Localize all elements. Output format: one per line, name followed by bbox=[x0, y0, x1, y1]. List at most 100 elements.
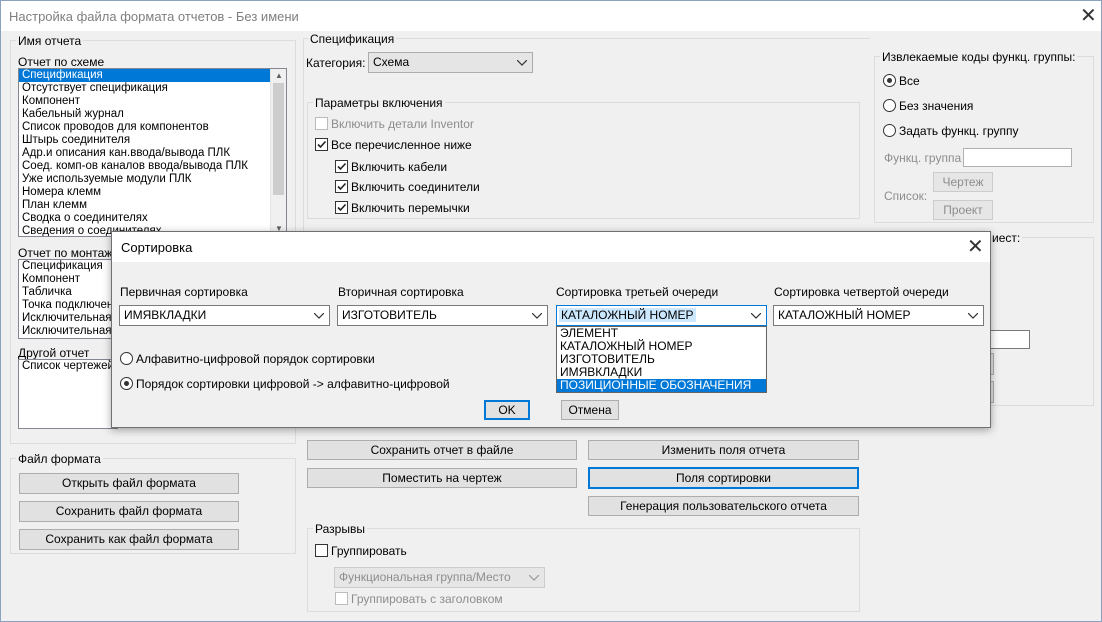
secondary-sort-combo[interactable]: ИЗГОТОВИТЕЛЬ bbox=[337, 305, 548, 326]
schematic-report-list[interactable]: Спецификация Отсутствует спецификация Комп… bbox=[18, 68, 287, 237]
group-with-header-label: Группировать с заголовком bbox=[351, 592, 503, 606]
break-group-combo-value: Функциональная группа/Место bbox=[339, 570, 511, 584]
inventor-details-checkbox[interactable] bbox=[315, 117, 328, 130]
custom-report-button[interactable]: Генерация пользовательского отчета bbox=[588, 496, 859, 516]
list-item[interactable]: Список чертежей bbox=[19, 360, 117, 373]
codes-all-radio[interactable] bbox=[883, 74, 896, 87]
list-item[interactable]: Отсутствует спецификация bbox=[19, 82, 286, 95]
put-on-drawing-button[interactable]: Поместить на чертеж bbox=[307, 468, 577, 488]
fourth-sort-combo[interactable]: КАТАЛОЖНЫЙ НОМЕР bbox=[773, 305, 984, 326]
list-item[interactable]: Уже используемые модули ПЛК bbox=[19, 173, 286, 186]
chevron-down-icon bbox=[967, 306, 979, 325]
list-item[interactable]: Список проводов для компонентов bbox=[19, 121, 286, 134]
sort-dialog-title: Сортировка bbox=[121, 240, 193, 255]
sort-dialog: Сортировка ✕ bbox=[111, 231, 991, 428]
other-report-label: Другой отчет bbox=[18, 346, 90, 360]
third-sort-label: Сортировка третьей очереди bbox=[556, 285, 719, 299]
codes-no-value-radio[interactable] bbox=[883, 99, 896, 112]
save-report-to-file-button[interactable]: Сохранить отчет в файле bbox=[307, 440, 577, 460]
open-format-file-button[interactable]: Открыть файл формата bbox=[19, 473, 239, 494]
group-checkbox-label: Группировать bbox=[331, 544, 407, 558]
list-item[interactable]: Компонент bbox=[19, 273, 117, 286]
chevron-down-icon bbox=[313, 306, 325, 325]
format-file-group-label: Файл формата bbox=[16, 452, 103, 466]
list-item[interactable]: Сводка о соединителях bbox=[19, 212, 286, 225]
sort-fields-button[interactable]: Поля сортировки bbox=[588, 467, 859, 489]
fourth-sort-value: КАТАЛОЖНЫЙ НОМЕР bbox=[778, 308, 911, 322]
dropdown-items-container: ЭЛЕМЕНТ КАТАЛОЖНЫЙ НОМЕР ИЗГОТОВИТЕЛЬ ИМЯВК… bbox=[557, 327, 766, 392]
all-listed-checkbox[interactable] bbox=[315, 138, 328, 151]
ok-button[interactable]: OK bbox=[484, 400, 530, 420]
schematic-items-container: Спецификация Отсутствует спецификация Комп… bbox=[19, 69, 286, 236]
alpha-sort-label: Алфавитно-цифровой порядок сортировки bbox=[136, 352, 375, 366]
group-checkbox[interactable] bbox=[315, 544, 328, 557]
include-cables-checkbox[interactable] bbox=[335, 160, 348, 173]
numeric-sort-radio[interactable] bbox=[120, 377, 133, 390]
include-jumpers-label: Включить перемычки bbox=[351, 201, 470, 215]
schematic-report-label: Отчет по схеме bbox=[18, 55, 105, 69]
right-group-2-label: иест: bbox=[990, 231, 1023, 245]
func-group-label: Функц. группа bbox=[884, 151, 962, 165]
third-sort-dropdown-list[interactable]: ЭЛЕМЕНТ КАТАЛОЖНЫЙ НОМЕР ИЗГОТОВИТЕЛЬ ИМЯВК… bbox=[556, 326, 767, 393]
primary-sort-combo[interactable]: ИМЯВКЛАДКИ bbox=[119, 305, 330, 326]
other-report-list[interactable]: Список чертежей bbox=[18, 359, 118, 429]
list-item[interactable]: Штырь соединителя bbox=[19, 134, 286, 147]
list-item[interactable]: Адр.и описания кан.ввода/вывода ПЛК bbox=[19, 147, 286, 160]
include-jumpers-checkbox[interactable] bbox=[335, 201, 348, 214]
third-sort-combo[interactable]: КАТАЛОЖНЫЙ НОМЕР bbox=[556, 305, 767, 326]
chevron-down-icon bbox=[528, 568, 540, 587]
list-item[interactable]: Табличка bbox=[19, 286, 117, 299]
secondary-sort-label: Вторичная сортировка bbox=[338, 285, 464, 299]
inclusion-group-label: Параметры включения bbox=[313, 96, 445, 110]
list-label: Список: bbox=[884, 189, 928, 203]
codes-set-group-label: Задать функц. группу bbox=[899, 124, 1019, 138]
scroll-up-icon[interactable]: ▲ bbox=[271, 69, 286, 83]
chevron-down-icon bbox=[531, 306, 543, 325]
window-titlebar: Настройка файла формата отчетов - Без им… bbox=[1, 1, 1101, 31]
list-item[interactable]: Спецификация bbox=[19, 69, 286, 82]
list-item[interactable]: Номера клемм bbox=[19, 186, 286, 199]
extracted-codes-group-label: Извлекаемые коды функц. группы: bbox=[880, 50, 1078, 64]
specification-group-label: Спецификация bbox=[308, 32, 397, 46]
drawing-button[interactable]: Чертеж bbox=[933, 172, 993, 192]
panel-report-list[interactable]: Спецификация Компонент Табличка Точка подкл… bbox=[18, 259, 118, 339]
save-as-format-file-button[interactable]: Сохранить как файл формата bbox=[19, 529, 239, 550]
primary-sort-label: Первичная сортировка bbox=[120, 285, 248, 299]
func-group-input[interactable] bbox=[963, 148, 1072, 167]
numeric-sort-label: Порядок сортировки цифровой -> алфавитно… bbox=[136, 377, 450, 391]
other-items-container: Список чертежей bbox=[19, 360, 117, 373]
category-combo[interactable]: Схема bbox=[368, 52, 533, 73]
include-connectors-checkbox[interactable] bbox=[335, 180, 348, 193]
include-cables-label: Включить кабели bbox=[351, 160, 448, 174]
window-close-icon[interactable]: ✕ bbox=[1080, 6, 1097, 26]
list-item[interactable]: Спецификация bbox=[19, 260, 117, 273]
primary-sort-value: ИМЯВКЛАДКИ bbox=[124, 308, 207, 322]
list-item[interactable]: Исключительная с bbox=[19, 312, 117, 325]
chevron-down-icon bbox=[516, 53, 528, 72]
cancel-button[interactable]: Отмена bbox=[561, 400, 619, 420]
alpha-sort-radio[interactable] bbox=[120, 352, 133, 365]
list-item[interactable]: План клемм bbox=[19, 199, 286, 212]
inventor-details-label: Включить детали Inventor bbox=[331, 117, 474, 131]
scrollbar-thumb[interactable] bbox=[273, 83, 284, 195]
schematic-list-scrollbar[interactable]: ▲ ▼ bbox=[270, 69, 286, 236]
all-listed-label: Все перечисленное ниже bbox=[331, 138, 472, 152]
chevron-down-icon bbox=[750, 306, 762, 325]
list-item[interactable]: Точка подключения bbox=[19, 299, 117, 312]
list-item[interactable]: ПОЗИЦИОННЫЕ ОБОЗНАЧЕНИЯ bbox=[557, 379, 766, 392]
secondary-sort-value: ИЗГОТОВИТЕЛЬ bbox=[342, 308, 437, 322]
list-item[interactable]: Компонент bbox=[19, 95, 286, 108]
project-button[interactable]: Проект bbox=[933, 200, 993, 220]
break-group-combo[interactable]: Функциональная группа/Место bbox=[334, 567, 545, 588]
list-item[interactable]: Исключительная с bbox=[19, 325, 117, 338]
list-item[interactable]: Кабельный журнал bbox=[19, 108, 286, 121]
list-item[interactable]: Соед. комп-ов каналов ввода/вывода ПЛК bbox=[19, 160, 286, 173]
change-report-fields-button[interactable]: Изменить поля отчета bbox=[588, 440, 859, 460]
sort-dialog-close-icon[interactable]: ✕ bbox=[967, 237, 984, 257]
report-name-group-label: Имя отчета bbox=[16, 34, 84, 48]
include-connectors-label: Включить соединители bbox=[351, 180, 480, 194]
group-with-header-checkbox[interactable] bbox=[335, 592, 348, 605]
codes-set-group-radio[interactable] bbox=[883, 124, 896, 137]
save-format-file-button[interactable]: Сохранить файл формата bbox=[19, 501, 239, 522]
right-group-2-input[interactable] bbox=[990, 330, 1030, 349]
